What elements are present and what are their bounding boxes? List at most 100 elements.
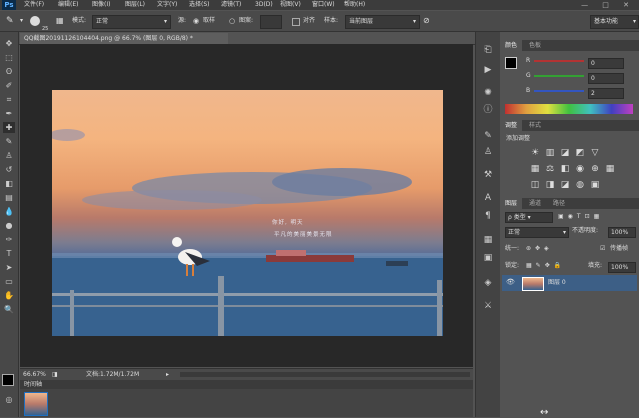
document-canvas[interactable]: 你好, 明天 平凡的美丽美景无限 bbox=[52, 90, 443, 336]
black-white-icon[interactable]: ◧ bbox=[560, 164, 570, 174]
history-icon[interactable]: ⎗ bbox=[482, 44, 494, 56]
blend-mode-select[interactable]: 正常 ▾ bbox=[505, 227, 569, 238]
pen-tool-icon[interactable]: ✑ bbox=[3, 234, 15, 245]
brush-presets-icon[interactable]: ✎ bbox=[482, 130, 494, 142]
sample-option[interactable]: 取样 bbox=[203, 15, 215, 27]
3d-icon[interactable]: ◈ bbox=[482, 277, 494, 289]
selective-color-icon[interactable]: ◍ bbox=[575, 180, 585, 190]
g-value[interactable]: 0 bbox=[588, 73, 624, 84]
tab-styles[interactable]: 样式 bbox=[524, 120, 546, 131]
dodge-tool-icon[interactable]: ● bbox=[3, 220, 15, 231]
tab-channels[interactable]: 通道 bbox=[524, 198, 546, 209]
clone-stamp-tool-icon[interactable]: ♙ bbox=[3, 150, 15, 161]
tab-layers[interactable]: 图层 bbox=[500, 198, 523, 209]
horizontal-scrollbar[interactable] bbox=[180, 372, 470, 377]
notes-icon[interactable]: ▣ bbox=[482, 252, 494, 264]
healing-brush-tool-icon[interactable]: ✚ bbox=[3, 122, 15, 133]
quick-select-tool-icon[interactable]: ✐ bbox=[3, 80, 15, 91]
pattern-option[interactable]: 图案: bbox=[239, 15, 253, 27]
pattern-radio-icon[interactable]: ○ bbox=[229, 15, 235, 27]
color-lookup-icon[interactable]: ▦ bbox=[605, 164, 615, 174]
layer-filter-select[interactable]: ρ 类型 ▾ bbox=[505, 212, 553, 223]
tab-paths[interactable]: 路径 bbox=[548, 198, 570, 209]
layer-filter-icons[interactable]: ▣◉T⊡▦ bbox=[558, 212, 603, 222]
invert-icon[interactable]: ◫ bbox=[530, 180, 540, 190]
color-balance-icon[interactable]: ⚖ bbox=[545, 164, 555, 174]
curves-icon[interactable]: ◪ bbox=[560, 148, 570, 158]
b-slider[interactable] bbox=[534, 90, 584, 92]
channel-mixer-icon[interactable]: ⊕ bbox=[590, 164, 600, 174]
menu-window[interactable]: 窗口(W) bbox=[312, 0, 335, 10]
aligned-checkbox[interactable] bbox=[292, 18, 300, 26]
opacity-value[interactable]: 100% bbox=[608, 227, 636, 238]
tool-presets-icon[interactable]: ⚒ bbox=[482, 169, 494, 181]
levels-icon[interactable]: ▥ bbox=[545, 148, 555, 158]
clone-source-icon[interactable]: ♙ bbox=[482, 146, 494, 158]
layer-row[interactable]: 👁 图层 0 bbox=[502, 275, 637, 291]
b-value[interactable]: 2 bbox=[588, 88, 624, 99]
gradient-map-icon[interactable]: ▣ bbox=[590, 180, 600, 190]
actions-icon[interactable]: ▶ bbox=[482, 64, 494, 76]
blur-tool-icon[interactable]: 💧 bbox=[3, 206, 15, 217]
eraser-tool-icon[interactable]: ◧ bbox=[3, 178, 15, 189]
info-icon[interactable]: ⓘ bbox=[482, 104, 494, 116]
menu-3d[interactable]: 3D(D) bbox=[255, 0, 273, 10]
move-tool-icon[interactable]: ✥ bbox=[3, 38, 15, 49]
quick-mask-icon[interactable]: ◎ bbox=[3, 394, 15, 405]
g-slider[interactable] bbox=[534, 75, 584, 77]
resize-arrows-icon[interactable]: ↔ bbox=[540, 407, 548, 418]
menu-view[interactable]: 视图(V) bbox=[280, 0, 301, 10]
tab-adjustments[interactable]: 调整 bbox=[500, 120, 523, 131]
brush-tool-icon[interactable]: ✎ bbox=[3, 136, 15, 147]
mode-select[interactable]: 正常 ▾ bbox=[92, 15, 171, 29]
color-spectrum-bar[interactable] bbox=[505, 104, 633, 114]
unify-icons[interactable]: ⊛✥◈ bbox=[526, 244, 553, 254]
fill-value[interactable]: 100% bbox=[608, 262, 636, 273]
zoom-level[interactable]: 66.67% bbox=[23, 369, 46, 380]
tab-color[interactable]: 颜色 bbox=[500, 40, 523, 51]
tab-swatches[interactable]: 色板 bbox=[524, 40, 546, 51]
path-select-tool-icon[interactable]: ➤ bbox=[3, 262, 15, 273]
brush-panel-icon[interactable]: ▦ bbox=[56, 15, 64, 27]
history-brush-tool-icon[interactable]: ↺ bbox=[3, 164, 15, 175]
hand-tool-icon[interactable]: ✋ bbox=[3, 290, 15, 301]
eyedropper-tool-icon[interactable]: ✒ bbox=[3, 108, 15, 119]
pattern-picker[interactable] bbox=[260, 15, 282, 29]
character-icon[interactable]: A bbox=[482, 192, 494, 204]
document-tab[interactable]: QQ截图20191126104404.png @ 66.7% (图层 0, RG… bbox=[20, 33, 228, 44]
paragraph-icon[interactable]: ¶ bbox=[482, 210, 494, 222]
lasso-tool-icon[interactable]: ʘ bbox=[3, 66, 15, 77]
propagate-checkbox[interactable]: ☑ bbox=[600, 244, 605, 254]
timeline-tab[interactable]: 时间轴 bbox=[20, 381, 42, 388]
marquee-tool-icon[interactable]: ⬚ bbox=[3, 52, 15, 63]
menu-filter[interactable]: 滤镜(T) bbox=[221, 0, 241, 10]
brush-preview-icon[interactable] bbox=[30, 16, 40, 26]
r-value[interactable]: 0 bbox=[588, 58, 624, 69]
photo-filter-icon[interactable]: ◉ bbox=[575, 164, 585, 174]
shape-tool-icon[interactable]: ▭ bbox=[3, 276, 15, 287]
crop-tool-icon[interactable]: ⌗ bbox=[3, 94, 15, 105]
menu-select[interactable]: 选择(S) bbox=[189, 0, 210, 10]
exposure-icon[interactable]: ◩ bbox=[575, 148, 585, 158]
menu-help[interactable]: 帮助(H) bbox=[344, 0, 365, 10]
threshold-icon[interactable]: ◪ bbox=[560, 180, 570, 190]
sample-radio-icon[interactable]: ◉ bbox=[193, 15, 199, 27]
brightness-icon[interactable]: ☀ bbox=[530, 148, 540, 158]
menu-image[interactable]: 图像(I) bbox=[92, 0, 110, 10]
status-menu-arrow-icon[interactable]: ▸ bbox=[166, 369, 169, 380]
ignore-adjustment-icon[interactable]: ⊘ bbox=[423, 15, 430, 27]
menu-layer[interactable]: 图层(L) bbox=[125, 0, 145, 10]
gradient-tool-icon[interactable]: ▤ bbox=[3, 192, 15, 203]
workspace-select[interactable]: 基本功能 ▾ bbox=[590, 15, 639, 29]
chevron-down-icon[interactable]: ▾ bbox=[20, 15, 23, 27]
layer-name[interactable]: 图层 0 bbox=[548, 278, 566, 288]
layer-comps-icon[interactable]: ▦ bbox=[482, 234, 494, 246]
color-foreground-swatch[interactable] bbox=[505, 57, 517, 69]
vibrance-icon[interactable]: ▽ bbox=[590, 148, 600, 158]
zoom-tool-icon[interactable]: 🔍 bbox=[3, 304, 15, 315]
type-tool-icon[interactable]: T bbox=[3, 248, 15, 259]
paths-icon[interactable]: ⚔ bbox=[482, 300, 494, 312]
window-controls[interactable]: — □ ✕ bbox=[581, 0, 635, 10]
menu-edit[interactable]: 编辑(E) bbox=[58, 0, 78, 10]
menu-file[interactable]: 文件(F) bbox=[24, 0, 44, 10]
